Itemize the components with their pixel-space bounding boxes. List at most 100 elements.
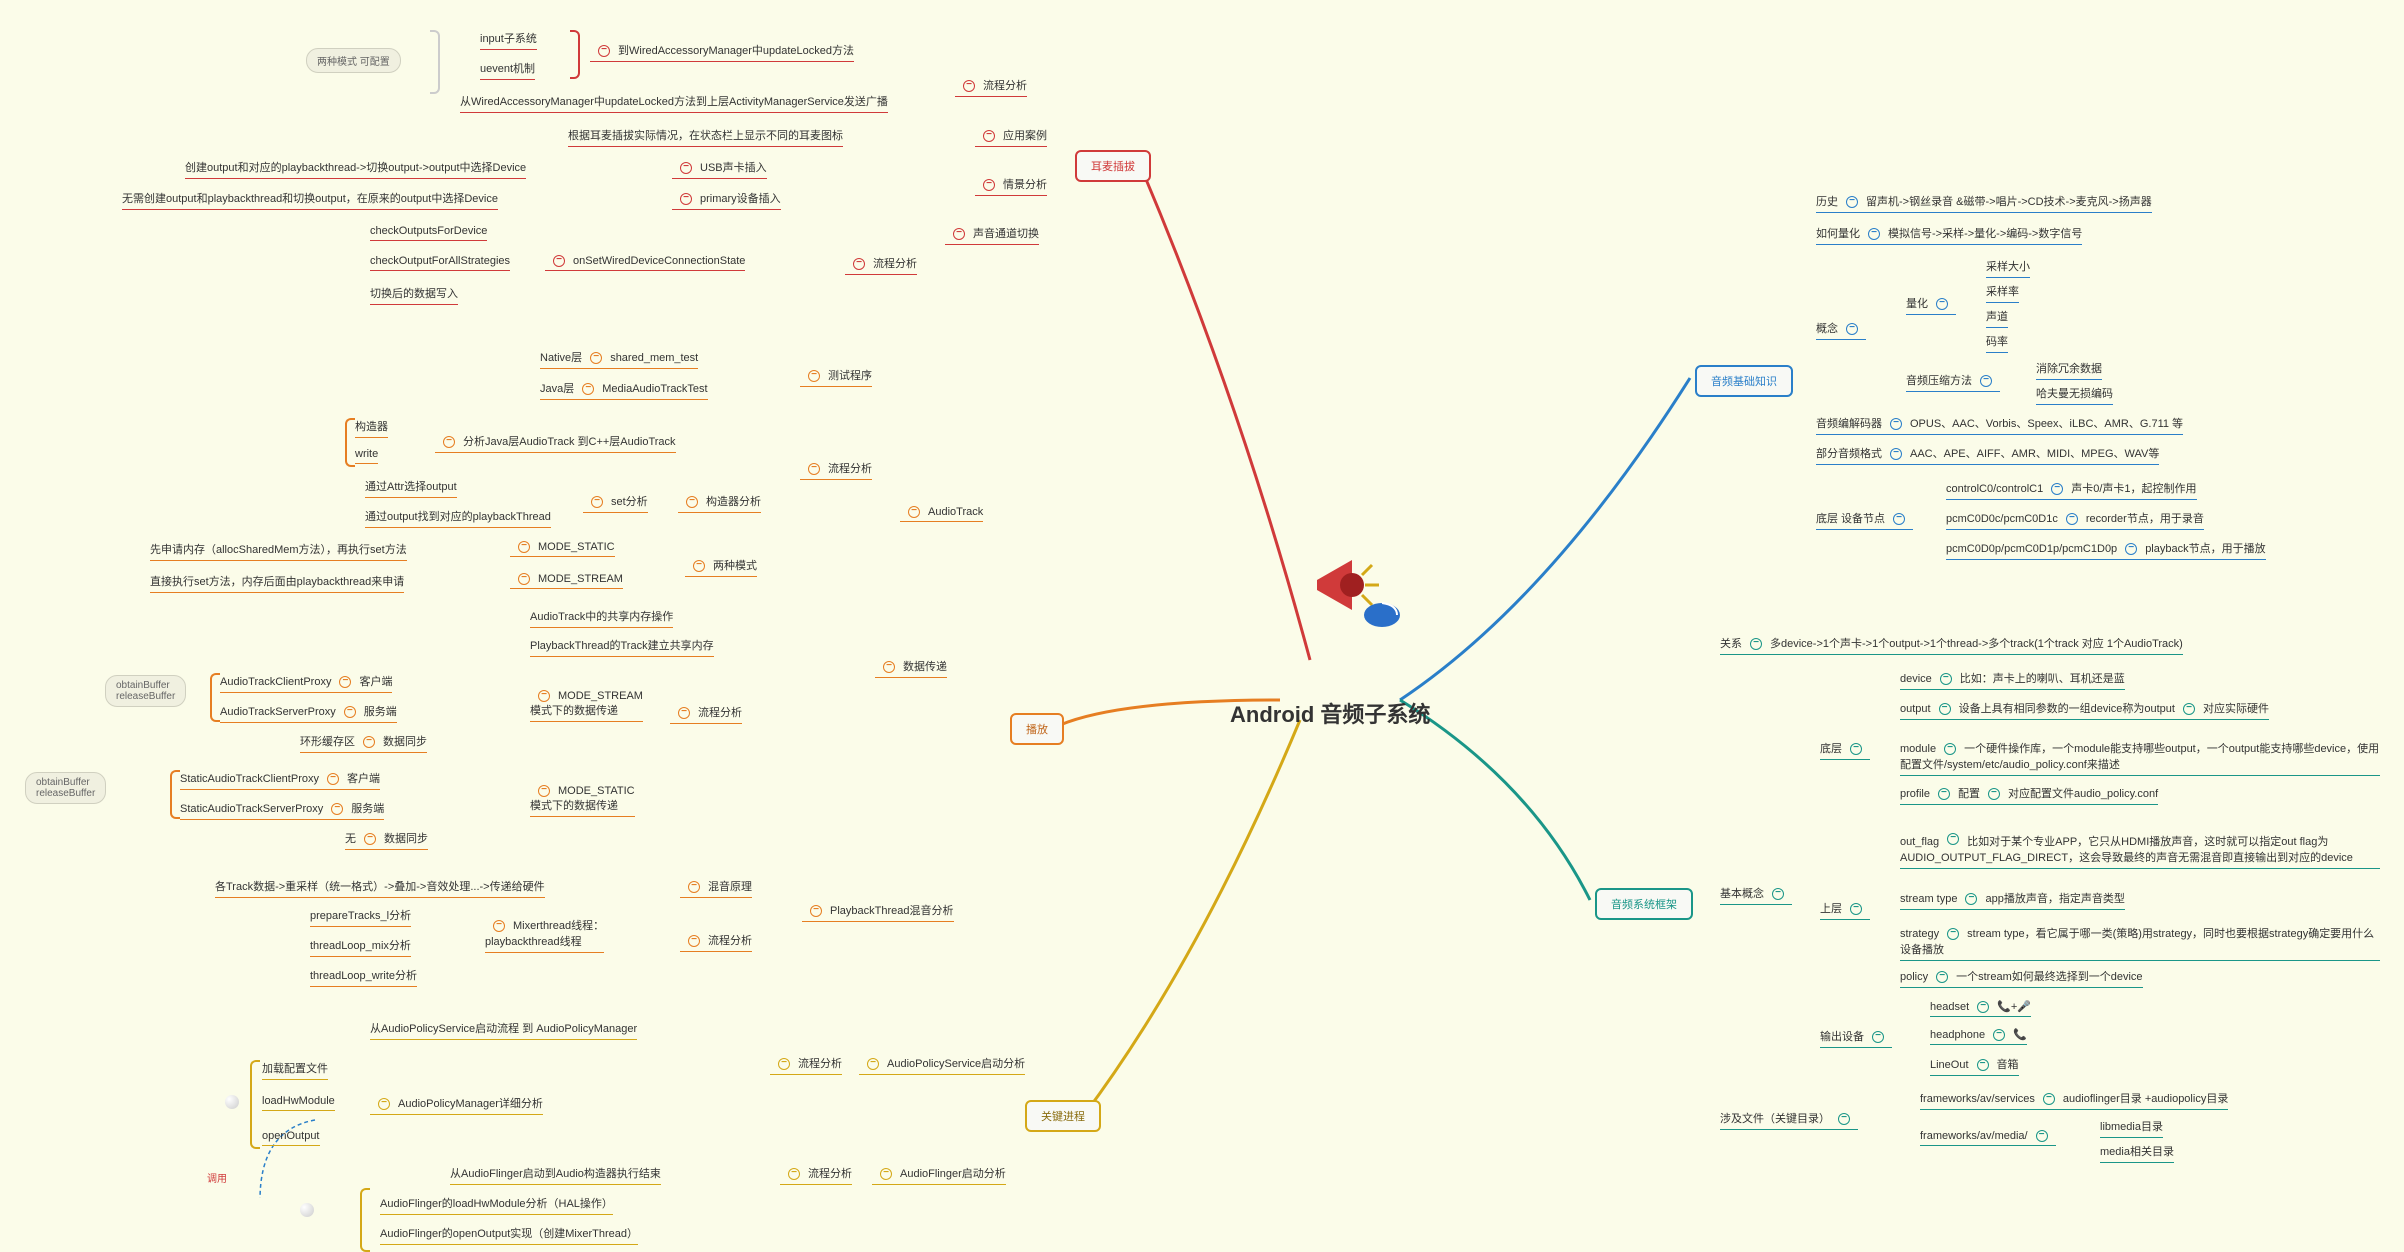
proc-aps-flow[interactable]: 流程分析 [770, 1055, 842, 1075]
hub-process[interactable]: 关键进程 [1025, 1100, 1101, 1132]
hs-s1[interactable]: checkOutputsForDevice [370, 225, 487, 241]
proc-aps-s3[interactable]: loadHwModule [262, 1095, 335, 1111]
fw-f1[interactable]: frameworks/av/servicesaudioflinger目录 +au… [1920, 1090, 2228, 1110]
basics-lowdev[interactable]: 底层 设备节点 [1816, 510, 1913, 530]
play-stream[interactable]: MODE_STREAM 模式下的数据传递 [530, 690, 643, 722]
proc-af-s2[interactable]: AudioFlinger的loadHwModule分析（HAL操作） [380, 1195, 613, 1215]
play-mixv[interactable]: 各Track数据->重采样（统一格式）->叠加->音效处理...->传递给硬件 [215, 878, 545, 898]
basics-q2[interactable]: 采样率 [1986, 283, 2019, 303]
basics-c3[interactable]: pcmC0D0p/pcmC0D1p/pcmC1D0pplayback节点，用于播… [1946, 540, 2266, 560]
hub-basics[interactable]: 音频基础知识 [1695, 365, 1793, 397]
play-mode[interactable]: 两种模式 [685, 557, 757, 577]
play-set[interactable]: set分析 [583, 493, 648, 513]
play-ctor[interactable]: 构造器 [355, 418, 388, 438]
fw-relation[interactable]: 关系多device->1个声卡->1个output->1个thread->多个t… [1720, 635, 2183, 655]
hs-f2[interactable]: 从WiredAccessoryManager中updateLocked方法到上层… [460, 93, 888, 113]
hs-pri[interactable]: primary设备插入 [672, 190, 781, 210]
proc-aps-s4[interactable]: openOutput [262, 1130, 320, 1146]
proc-af-flow[interactable]: 流程分析 [780, 1165, 852, 1185]
play-native[interactable]: Native层shared_mem_test [540, 349, 698, 369]
basics-concept[interactable]: 概念 [1816, 320, 1866, 340]
play-stream-sync[interactable]: 环形缓存区数据同步 [300, 733, 427, 753]
hs-switch[interactable]: 声音通道切换 [945, 225, 1039, 245]
fw-policy[interactable]: policy一个stream如何最终选择到一个device [1900, 968, 2143, 988]
basics-quant[interactable]: 如何量化模拟信号->采样->量化->编码->数字信号 [1816, 225, 2082, 245]
fw-strategy[interactable]: strategystream type，看它属于哪一类(策略)用strategy… [1900, 925, 2380, 961]
fw-module[interactable]: module一个硬件操作库，一个module能支持哪些output，一个outp… [1900, 740, 2380, 776]
proc-af-s3[interactable]: AudioFlinger的openOutput实现（创建MixerThread） [380, 1225, 638, 1245]
fw-headset[interactable]: headset📞+🎤 [1930, 1000, 2031, 1017]
proc-af[interactable]: AudioFlinger启动分析 [872, 1165, 1006, 1185]
basics-c1[interactable]: controlC0/controlC1声卡0/声卡1，起控制作用 [1946, 480, 2197, 500]
proc-aps-s1[interactable]: 从AudioPolicyService启动流程 到 AudioPolicyMan… [370, 1020, 637, 1040]
proc-aps-detail[interactable]: AudioPolicyManager详细分析 [370, 1095, 543, 1115]
fw-f2[interactable]: frameworks/av/media/ [1920, 1130, 2056, 1146]
play-fv[interactable]: 分析Java层AudioTrack 到C++层AudioTrack [435, 433, 676, 453]
fw-output[interactable]: output设备上具有相同参数的一组device称为output对应实际硬件 [1900, 700, 2269, 720]
play-java[interactable]: Java层MediaAudioTrackTest [540, 380, 708, 400]
play-pb-s1[interactable]: prepareTracks_l分析 [310, 907, 411, 927]
play-mix[interactable]: 混音原理 [680, 878, 752, 898]
play-set2[interactable]: 通过output找到对应的playbackThread [365, 508, 551, 528]
fw-device[interactable]: device比如：声卡上的喇叭、耳机还是蓝 [1900, 670, 2125, 690]
hs-casev[interactable]: 根据耳麦插拔实际情况，在状态栏上显示不同的耳麦图标 [568, 127, 843, 147]
play-set1[interactable]: 通过Attr选择output [365, 478, 457, 498]
play-dt-s2[interactable]: PlaybackThread的Track建立共享内存 [530, 637, 714, 657]
basics-codec[interactable]: 音频编解码器OPUS、AAC、Vorbis、Speex、iLBC、AMR、G.7… [1816, 415, 2183, 435]
hub-headset[interactable]: 耳麦插拔 [1075, 150, 1151, 182]
play-static-c[interactable]: StaticAudioTrackClientProxy客户端 [180, 770, 380, 790]
fw-f2v1[interactable]: libmedia目录 [2100, 1118, 2163, 1138]
fw-outdev[interactable]: 输出设备 [1820, 1028, 1892, 1048]
basics-compress-v1[interactable]: 消除冗余数据 [2036, 360, 2102, 380]
fw-profile[interactable]: profile配置对应配置文件audio_policy.conf [1900, 785, 2158, 805]
play-static-s[interactable]: StaticAudioTrackServerProxy服务端 [180, 800, 384, 820]
hs-usbv[interactable]: 创建output和对应的playbackthread->切换output->ou… [185, 159, 526, 179]
play-pb-s2[interactable]: threadLoop_mix分析 [310, 937, 411, 957]
hs-uevent[interactable]: uevent机制 [480, 60, 535, 80]
basics-compress-v2[interactable]: 哈夫曼无损编码 [2036, 385, 2113, 405]
play-stream-c[interactable]: AudioTrackClientProxy客户端 [220, 673, 392, 693]
play-test[interactable]: 测试程序 [800, 367, 872, 387]
play-msv[interactable]: 先申请内存（allocSharedMem方法），再执行set方法 [150, 541, 407, 561]
play-static-sync[interactable]: 无数据同步 [345, 830, 428, 850]
fw-headphone[interactable]: headphone📞 [1930, 1028, 2027, 1045]
fw-files[interactable]: 涉及文件（关键目录） [1720, 1110, 1858, 1130]
basics-q1[interactable]: 采样大小 [1986, 258, 2030, 278]
fw-stype[interactable]: stream typeapp播放声音，指定声音类型 [1900, 890, 2125, 910]
play-dt-s1[interactable]: AudioTrack中的共享内存操作 [530, 608, 673, 628]
play-pb-s3[interactable]: threadLoop_write分析 [310, 967, 417, 987]
basics-history-k[interactable]: 历史留声机->钢丝录音 &磁带->唱片->CD技术->麦克风->扬声器 [1816, 193, 2152, 213]
hs-usb[interactable]: USB声卡插入 [672, 159, 767, 179]
play-mst[interactable]: MODE_STREAM [510, 573, 623, 589]
play-ms[interactable]: MODE_STATIC [510, 541, 615, 557]
hs-flow[interactable]: 流程分析 [955, 77, 1027, 97]
hs-s2[interactable]: checkOutputForAllStrategies [370, 255, 510, 271]
play-write[interactable]: write [355, 448, 378, 464]
basics-compress[interactable]: 音频压缩方法 [1906, 372, 2000, 392]
basics-q4[interactable]: 码率 [1986, 333, 2008, 353]
hs-to[interactable]: 到WiredAccessoryManager中updateLocked方法 [590, 42, 854, 62]
hs-scene[interactable]: 情景分析 [975, 176, 1047, 196]
hs-case[interactable]: 应用案例 [975, 127, 1047, 147]
hs-s3[interactable]: 切换后的数据写入 [370, 285, 458, 305]
play-flow[interactable]: 流程分析 [800, 460, 872, 480]
fw-lineout[interactable]: LineOut音箱 [1930, 1056, 2019, 1076]
play-pb-flow[interactable]: 流程分析 [680, 932, 752, 952]
hs-priv[interactable]: 无需创建output和playbackthread和切换output，在原来的o… [122, 190, 498, 210]
play-cons[interactable]: 构造器分析 [678, 493, 761, 513]
basics-quantization[interactable]: 量化 [1906, 295, 1956, 315]
hs-input[interactable]: input子系统 [480, 30, 537, 50]
proc-aps[interactable]: AudioPolicyService启动分析 [859, 1055, 1025, 1075]
play-dt[interactable]: 数据传递 [875, 658, 947, 678]
play-mstv[interactable]: 直接执行set方法，内存后面由playbackthread来申请 [150, 573, 404, 593]
basics-c2[interactable]: pcmC0D0c/pcmC0D1crecorder节点，用于录音 [1946, 510, 2204, 530]
basics-q3[interactable]: 声道 [1986, 308, 2008, 328]
play-stream-s[interactable]: AudioTrackServerProxy服务端 [220, 703, 397, 723]
hub-framework[interactable]: 音频系统框架 [1595, 888, 1693, 920]
play-pb[interactable]: PlaybackThread混音分析 [802, 902, 954, 922]
hub-play[interactable]: 播放 [1010, 713, 1064, 745]
play-dt-flow[interactable]: 流程分析 [670, 704, 742, 724]
play-mixer[interactable]: Mixerthread线程： playbackthread线程 [485, 917, 604, 953]
hs-sflow[interactable]: 流程分析 [845, 255, 917, 275]
proc-af-s1[interactable]: 从AudioFlinger启动到Audio构造器执行结束 [450, 1165, 661, 1185]
